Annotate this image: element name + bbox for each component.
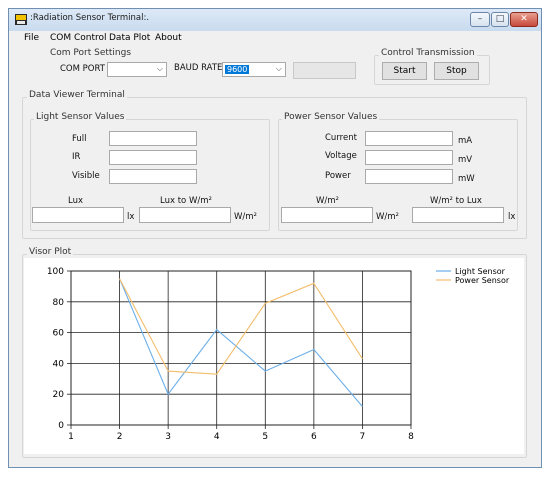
lux-to-w-unit: W/m² (234, 212, 257, 222)
menu-com-control[interactable]: COM Control (50, 33, 107, 43)
y-tick-label: 0 (58, 421, 64, 431)
maximize-button[interactable]: □ (491, 12, 509, 27)
control-group-title: Control Transmission (379, 48, 477, 58)
power-field[interactable] (365, 169, 453, 184)
wm-label: W/m² (316, 196, 339, 206)
current-label: Current (325, 133, 357, 143)
voltage-unit: mV (458, 155, 473, 165)
lux-field[interactable] (32, 207, 124, 223)
voltage-field[interactable] (365, 150, 453, 165)
x-tick-label: 2 (117, 432, 123, 442)
lux-to-w-field[interactable] (139, 207, 231, 223)
baud-rate-value: 9600 (225, 65, 250, 74)
x-tick-label: 5 (262, 432, 268, 442)
stop-button[interactable]: Stop (434, 62, 479, 80)
lux-unit: lx (127, 212, 135, 222)
lux-label: Lux (68, 196, 84, 206)
visor-plot-title: Visor Plot (27, 247, 74, 257)
status-box (293, 62, 356, 79)
com-port-select[interactable]: ⌵ (107, 62, 167, 77)
close-button[interactable]: ✕ (510, 12, 538, 27)
y-tick-label: 20 (53, 390, 65, 400)
menu-file[interactable]: File (24, 33, 39, 43)
wm-unit: W/m² (376, 212, 399, 222)
wm-to-lux-label: W/m² to Lux (430, 196, 482, 206)
app-icon (15, 14, 27, 25)
power-sensor-title: Power Sensor Values (282, 112, 380, 122)
com-port-label: COM PORT (60, 64, 105, 74)
window-title: :Radiation Sensor Terminal:. (30, 13, 150, 23)
chevron-down-icon: ⌵ (275, 64, 282, 73)
wm-to-lux-unit: lx (508, 212, 516, 222)
ir-field[interactable] (109, 150, 197, 165)
visible-label: Visible (72, 171, 100, 181)
full-label: Full (72, 134, 87, 144)
legend-label: Light Sensor (455, 267, 506, 276)
current-unit: mA (458, 136, 473, 146)
menu-data-plot[interactable]: Data Plot (109, 33, 150, 43)
y-tick-label: 40 (53, 359, 65, 369)
x-tick-label: 7 (360, 432, 366, 442)
voltage-label: Voltage (325, 151, 357, 161)
y-tick-label: 80 (53, 298, 65, 308)
full-field[interactable] (109, 131, 197, 146)
wm-field[interactable] (281, 207, 373, 223)
y-tick-label: 60 (53, 329, 65, 339)
current-field[interactable] (365, 131, 453, 146)
menu-about[interactable]: About (155, 33, 182, 43)
legend-label: Power Sensor (455, 276, 510, 285)
x-tick-label: 8 (408, 432, 414, 442)
lux-to-w-label: Lux to W/m² (160, 196, 212, 206)
ir-label: IR (72, 152, 81, 162)
minimize-button[interactable]: – (470, 12, 490, 27)
visor-plot-chart: 1 2 3 4 5 6 7 8020406080100 Light SensorPower S… (24, 258, 524, 454)
power-label: Power (325, 171, 351, 181)
data-viewer-title: Data Viewer Terminal (27, 90, 127, 100)
start-button[interactable]: Start (382, 62, 427, 80)
baud-rate-label: BAUD RATE (174, 63, 223, 73)
com-port-group-title: Com Port Settings (48, 48, 134, 58)
x-tick-label: 6 (311, 432, 317, 442)
y-tick-label: 100 (47, 267, 64, 277)
wm-to-lux-field[interactable] (412, 207, 504, 223)
x-tick-label: 3 (165, 432, 171, 442)
light-sensor-title: Light Sensor Values (34, 112, 127, 122)
x-tick-label: 4 (214, 432, 220, 442)
power-unit: mW (458, 174, 475, 184)
visible-field[interactable] (109, 169, 197, 184)
baud-rate-select[interactable]: 9600 ⌵ (222, 62, 286, 77)
x-tick-label: 1 (68, 432, 74, 442)
chevron-down-icon: ⌵ (156, 64, 163, 73)
